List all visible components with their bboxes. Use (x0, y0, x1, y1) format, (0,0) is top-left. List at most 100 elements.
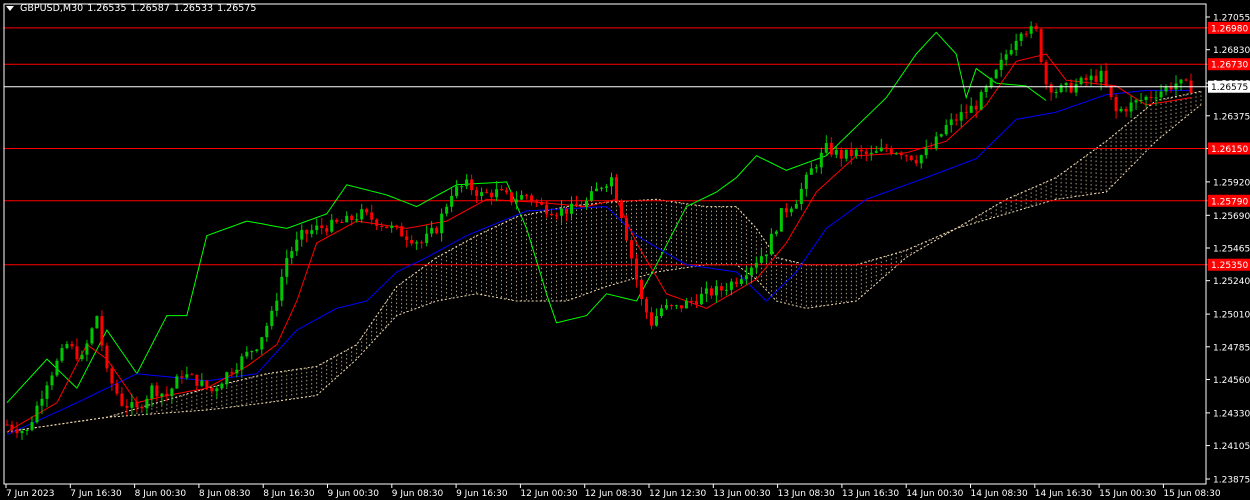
candle-body (565, 208, 569, 214)
x-tick-label: 12 Jun 12:30 (649, 489, 706, 499)
candle-body (789, 208, 793, 213)
candle-body (864, 151, 868, 155)
candle-body (749, 267, 753, 276)
candle-body (250, 351, 254, 353)
x-tick-label: 13 Jun 08:30 (778, 489, 835, 499)
candle-body (535, 201, 539, 203)
candle-body (844, 149, 848, 159)
candle-body (729, 281, 733, 290)
candle-body (679, 305, 683, 309)
candle-body (85, 343, 89, 355)
candle-body (944, 125, 948, 135)
candle-body (485, 192, 489, 194)
candle-body (1034, 26, 1038, 30)
x-tick-label: 13 Jun 16:30 (842, 489, 899, 499)
candle-body (555, 215, 559, 217)
candle-body (175, 376, 179, 389)
candle-body (545, 204, 549, 214)
candle-body (1179, 79, 1183, 84)
candle-body (724, 289, 728, 291)
dropdown-triangle-icon[interactable] (6, 6, 14, 11)
candle-body (624, 217, 628, 241)
candle-body (180, 376, 184, 378)
candle-body (150, 385, 154, 399)
candle-body (115, 383, 119, 394)
candle-body (75, 346, 79, 360)
candle-body (340, 221, 344, 223)
candle-body (834, 149, 838, 155)
candle-body (824, 143, 828, 153)
candle-body (644, 299, 648, 313)
candle-body (929, 147, 933, 149)
close-value: 1.26575 (217, 3, 257, 14)
candle-body (395, 225, 399, 227)
candle-body (15, 429, 19, 434)
candle-body (884, 147, 888, 149)
candle-body (35, 405, 39, 423)
candle-body (1119, 108, 1123, 112)
candle-body (1024, 33, 1028, 35)
x-tick-label: 7 Jun 2023 (6, 489, 54, 499)
candle-body (809, 168, 813, 175)
candle-body (1124, 108, 1128, 112)
x-tick-label: 13 Jun 00:30 (713, 489, 770, 499)
candle-body (1084, 77, 1088, 81)
symbol-info-bar: GBPUSD,M30 1.26535 1.26587 1.26533 1.265… (6, 3, 256, 14)
y-tick-label: 1.26375 (1213, 112, 1250, 122)
candle-body (230, 372, 234, 374)
candle-body (400, 226, 404, 237)
candle-body (220, 383, 224, 389)
candle-body (754, 262, 758, 268)
candle-body (560, 208, 564, 216)
candle-body (460, 186, 464, 188)
candle-body (335, 219, 339, 222)
candle-body (190, 374, 194, 376)
candle-body (265, 325, 269, 338)
candle-body (130, 402, 134, 408)
y-tick-label: 1.24560 (1213, 376, 1250, 386)
candle-body (370, 212, 374, 220)
y-tick-label: 1.25010 (1213, 311, 1250, 321)
candle-body (385, 226, 389, 228)
candle-body (684, 300, 688, 309)
candle-body (659, 308, 663, 317)
y-tick-label: 1.24785 (1213, 343, 1250, 353)
candle-body (225, 372, 229, 384)
candle-body (20, 431, 24, 434)
current-price-label: 1.26575 (1211, 83, 1248, 93)
high-value: 1.26587 (130, 3, 170, 14)
candle-body (1004, 54, 1008, 60)
candle-body (609, 177, 613, 187)
candle-body (530, 195, 534, 202)
candle-body (305, 229, 309, 234)
candle-body (714, 286, 718, 296)
candle-body (769, 233, 773, 255)
candle-body (475, 190, 479, 196)
candle-body (959, 112, 963, 121)
x-tick-label: 14 Jun 08:30 (971, 489, 1028, 499)
candle-body (1134, 100, 1138, 103)
candle-body (989, 78, 993, 88)
candle-body (704, 288, 708, 294)
candle-body (435, 228, 439, 234)
level-tag-label: 1.25350 (1211, 261, 1248, 271)
candle-body (430, 228, 434, 234)
candle-body (654, 316, 658, 326)
candle-body (849, 149, 853, 156)
candle-body (70, 344, 74, 347)
candle-body (170, 388, 174, 396)
candle-body (235, 369, 239, 374)
candle-body (734, 281, 738, 284)
candle-body (30, 422, 34, 430)
x-tick-label: 8 Jun 16:30 (263, 489, 315, 499)
candle-body (799, 188, 803, 205)
candle-body (1144, 96, 1148, 100)
candle-body (90, 328, 94, 344)
y-tick-label: 1.25920 (1213, 178, 1250, 188)
chart-svg[interactable]: 1.270551.268301.266001.263751.261501.259… (0, 0, 1250, 500)
candle-body (280, 276, 284, 301)
candle-body (1059, 85, 1063, 93)
candle-body (470, 179, 474, 191)
candle-body (1164, 86, 1168, 92)
candle-body (1064, 82, 1068, 86)
